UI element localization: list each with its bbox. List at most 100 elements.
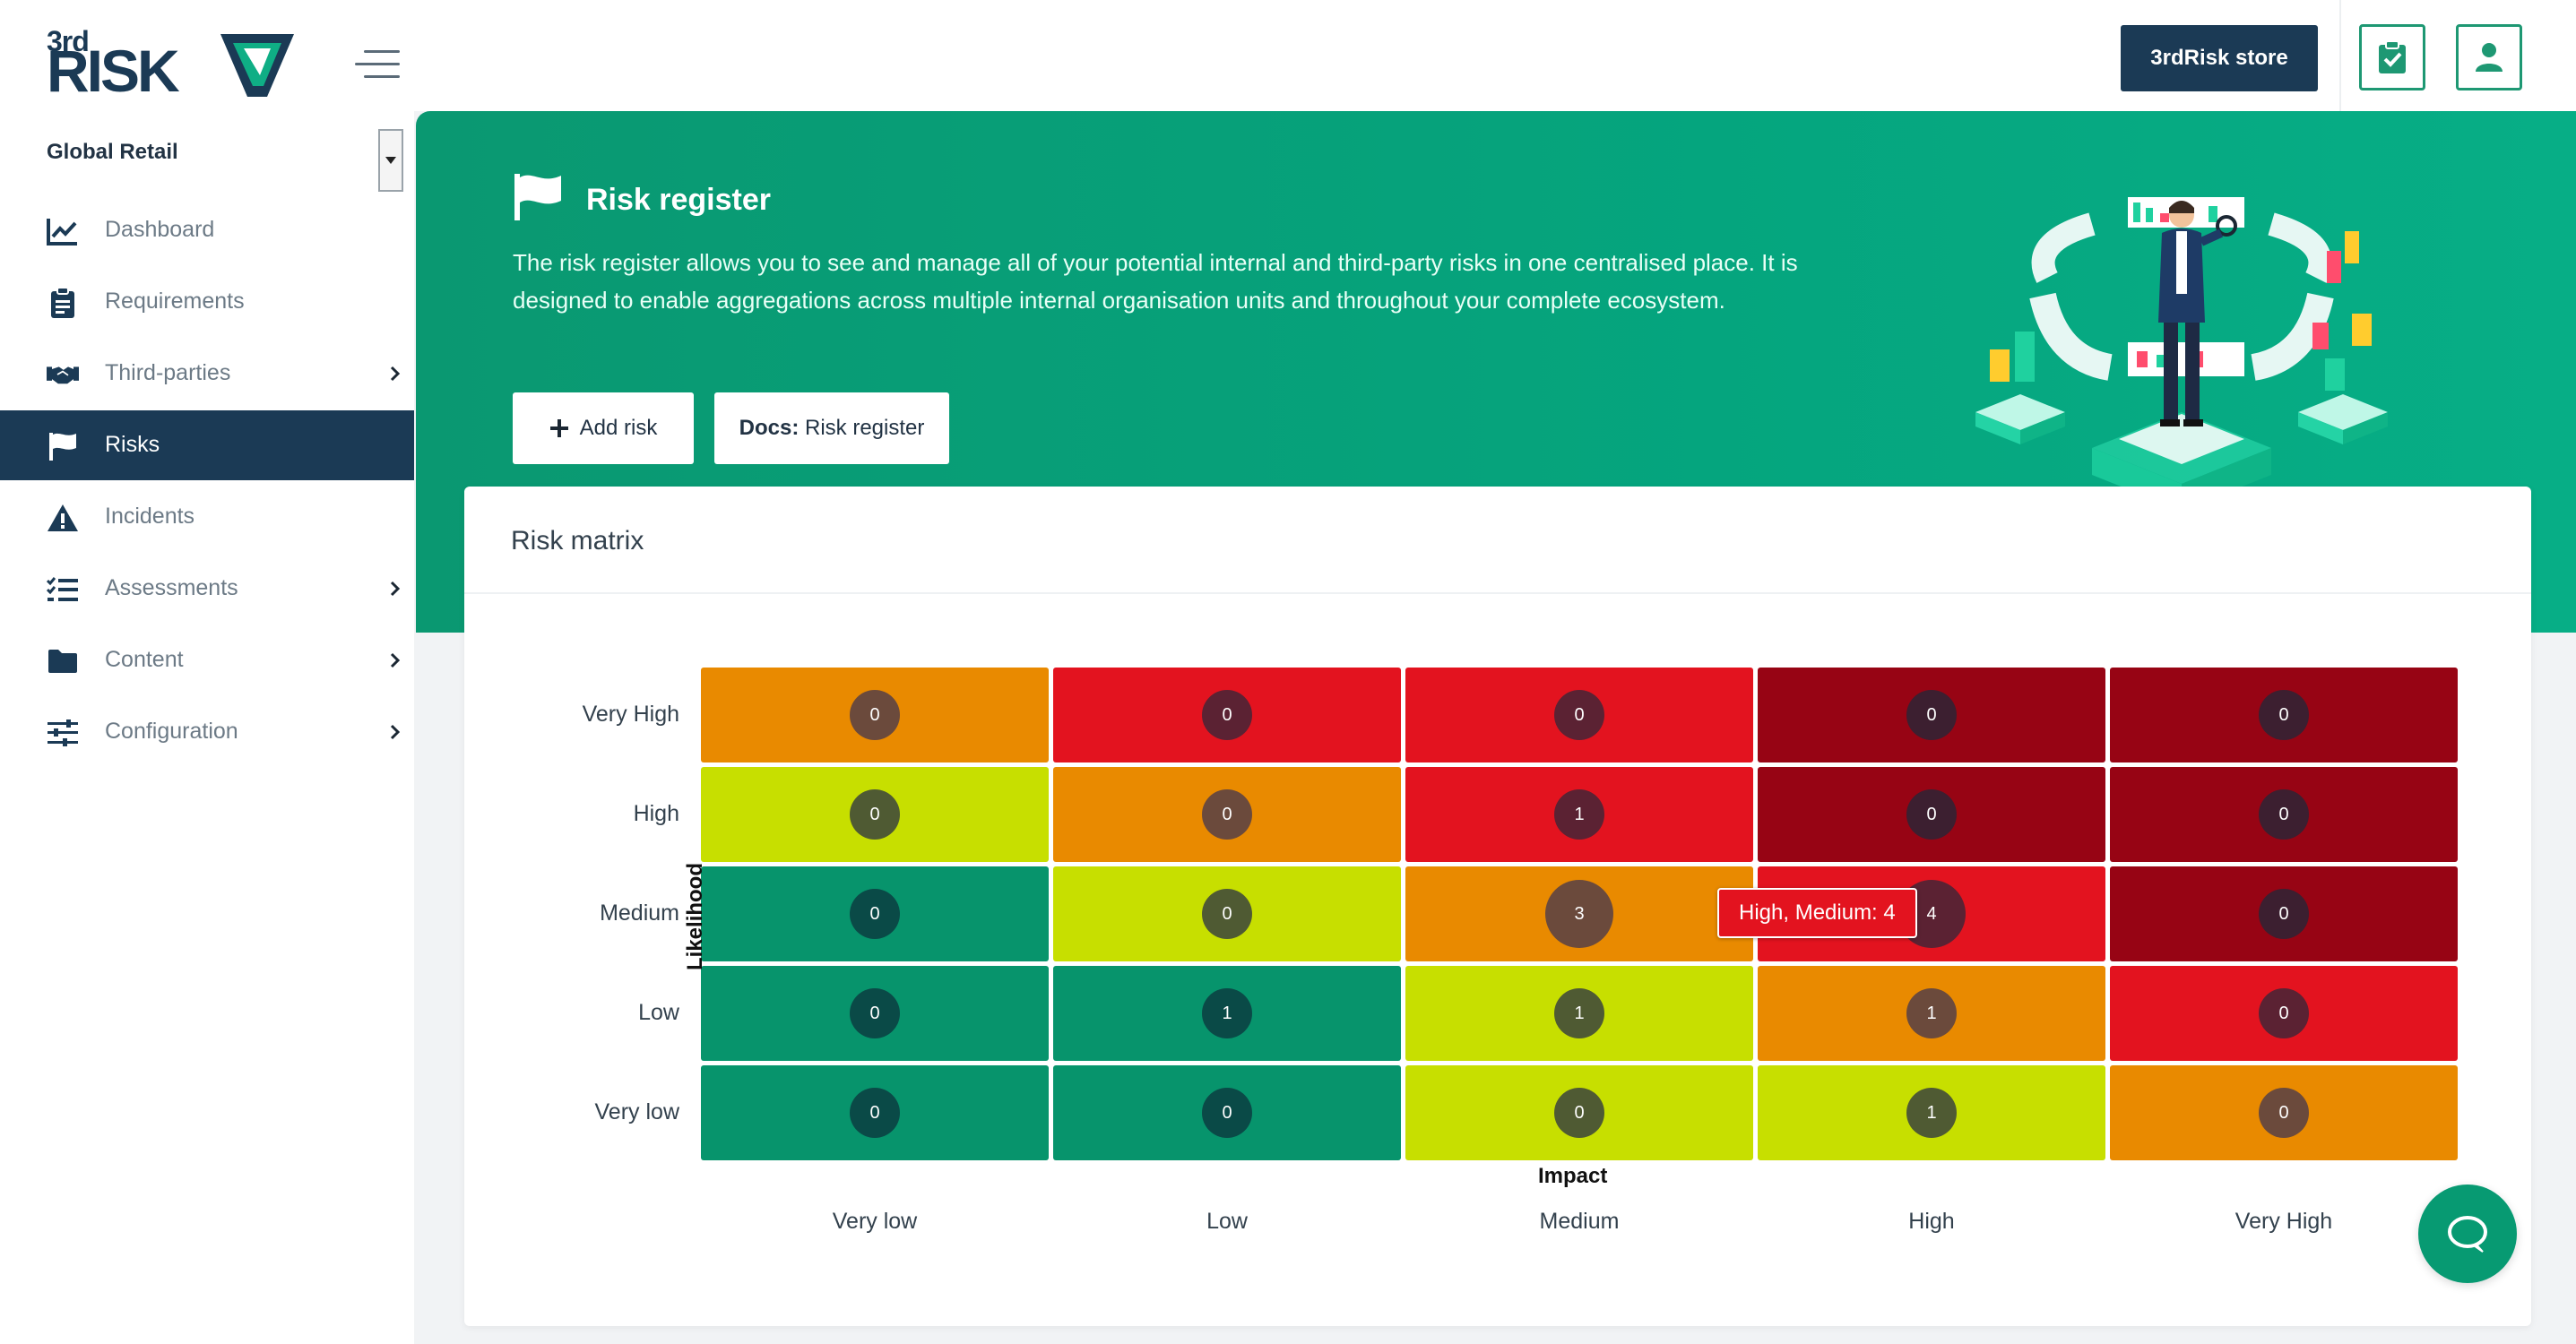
risk-count-bubble: 0 [850, 988, 900, 1038]
column-label: Very low [832, 1209, 918, 1234]
user-icon[interactable] [2456, 24, 2522, 90]
clipboard-check-icon[interactable] [2359, 24, 2425, 90]
matrix-cell[interactable]: 0 [1053, 767, 1401, 862]
matrix-cell[interactable]: 1 [1758, 1065, 2105, 1160]
plus-icon [549, 419, 568, 437]
sidebar-item-risks[interactable]: Risks [0, 410, 414, 480]
risk-count-bubble: 0 [1554, 1088, 1604, 1138]
chat-bubble-icon [2448, 1216, 2487, 1253]
add-risk-label: Add risk [579, 416, 658, 440]
sidebar-item-label: Dashboard [105, 217, 215, 242]
page-title: Risk register [586, 183, 771, 217]
matrix-cell[interactable]: 0 [2110, 668, 2458, 762]
sidebar-item-label: Risks [105, 432, 160, 457]
column-label: Very High [2235, 1209, 2333, 1234]
risk-count-bubble: 0 [1202, 1088, 1252, 1138]
matrix-cell[interactable]: 1 [1405, 966, 1753, 1061]
sidebar-item-dashboard[interactable]: Dashboard [0, 195, 414, 265]
top-bar: 3rd RISK 3rdRisk store [0, 0, 2576, 111]
risk-count-bubble: 1 [1202, 988, 1252, 1038]
sidebar-item-label: Requirements [105, 289, 245, 314]
docs-button[interactable]: Docs: Risk register [714, 392, 949, 464]
sidebar-item-requirements[interactable]: Requirements [0, 267, 414, 337]
matrix-cell[interactable]: 0 [701, 866, 1049, 961]
matrix-cell[interactable]: 3 [1405, 866, 1753, 961]
matrix-cell[interactable]: 0 [2110, 1065, 2458, 1160]
risk-count-bubble: 3 [1545, 880, 1613, 948]
matrix-cell[interactable]: 0 [701, 767, 1049, 862]
risk-count-bubble: 0 [1202, 789, 1252, 840]
logo-wordmark: RISK [47, 38, 180, 104]
checklist-icon [47, 573, 79, 606]
handshake-icon [47, 358, 79, 391]
sidebar-item-label: Incidents [105, 504, 195, 529]
matrix-cell[interactable]: 0 [2110, 966, 2458, 1061]
matrix-cell[interactable]: 0 [2110, 866, 2458, 961]
chart-line-icon [47, 215, 79, 247]
chat-button[interactable] [2418, 1185, 2517, 1283]
risk-matrix: Very High 0 0 0 0 0 High 0 0 1 0 0 Medium 0 0 3 4 0 Low 0 1 1… [464, 487, 2531, 1326]
docs-prefix: Docs: [739, 416, 800, 440]
sidebar-item-label: Third-parties [105, 360, 231, 385]
matrix-tooltip: High, Medium: 4 [1717, 888, 1917, 938]
matrix-cell[interactable]: 1 [1405, 767, 1753, 862]
brand-logo[interactable]: 3rd RISK [47, 25, 298, 102]
matrix-cell[interactable]: 0 [1405, 1065, 1753, 1160]
chevron-right-icon [390, 581, 401, 597]
sliders-icon [47, 717, 79, 749]
matrix-cell[interactable]: 0 [701, 966, 1049, 1061]
matrix-cell[interactable]: 0 [701, 668, 1049, 762]
sidebar-item-label: Assessments [105, 575, 238, 600]
matrix-cell[interactable]: 1 [1758, 966, 2105, 1061]
risk-count-bubble: 0 [1202, 690, 1252, 740]
risk-count-bubble: 0 [1906, 690, 1957, 740]
risk-count-bubble: 1 [1906, 988, 1957, 1038]
add-risk-button[interactable]: Add risk [513, 392, 694, 464]
matrix-cell[interactable]: 0 [1053, 1065, 1401, 1160]
risk-matrix-card: Risk matrix Very High 0 0 0 0 0 High 0 0 1 0 0 Mediu… [464, 487, 2531, 1326]
x-axis-title: Impact [1538, 1164, 1608, 1188]
dropdown-caret-icon[interactable] [378, 129, 403, 192]
logo-shield-icon [220, 34, 294, 97]
flag-icon [47, 430, 79, 462]
matrix-cell[interactable]: 0 [701, 1065, 1049, 1160]
matrix-cell[interactable]: 0 [1758, 767, 2105, 862]
matrix-cell[interactable]: 1 [1053, 966, 1401, 1061]
sidebar: Global Retail Dashboard Requirements Thi… [0, 111, 414, 1344]
matrix-cell[interactable]: 0 [1053, 668, 1401, 762]
risk-count-bubble: 0 [1906, 789, 1957, 840]
sidebar-item-content[interactable]: Content [0, 625, 414, 695]
sidebar-item-incidents[interactable]: Incidents [0, 482, 414, 552]
risk-count-bubble: 0 [850, 889, 900, 939]
risk-count-bubble: 0 [2259, 1088, 2309, 1138]
risk-count-bubble: 0 [850, 690, 900, 740]
sidebar-item-configuration[interactable]: Configuration [0, 697, 414, 767]
y-axis-title: Likelihood [683, 863, 707, 970]
risk-count-bubble: 0 [1202, 889, 1252, 939]
risk-count-bubble: 0 [2259, 690, 2309, 740]
row-label: Very low [594, 1099, 679, 1124]
risk-count-bubble: 0 [2259, 889, 2309, 939]
matrix-cell[interactable]: 0 [2110, 767, 2458, 862]
menu-icon[interactable] [355, 50, 400, 79]
organisation-name: Global Retail [47, 140, 178, 164]
column-label: Low [1206, 1209, 1248, 1234]
matrix-cell[interactable]: 0 [1405, 668, 1753, 762]
chevron-right-icon [390, 366, 401, 382]
topbar-divider [2339, 0, 2341, 111]
matrix-cell[interactable]: 0 [1053, 866, 1401, 961]
risk-count-bubble: 1 [1554, 988, 1604, 1038]
store-button[interactable]: 3rdRisk store [2121, 25, 2318, 91]
risk-count-bubble: 0 [2259, 988, 2309, 1038]
sidebar-item-third-parties[interactable]: Third-parties [0, 339, 414, 409]
risk-count-bubble: 0 [850, 1088, 900, 1138]
chevron-right-icon [390, 652, 401, 668]
organisation-select[interactable]: Global Retail [0, 120, 405, 192]
column-label: Medium [1539, 1209, 1620, 1234]
docs-label: Risk register [805, 416, 925, 440]
row-label: Very High [582, 702, 679, 727]
page-description: The risk register allows you to see and … [513, 249, 1798, 314]
sidebar-item-assessments[interactable]: Assessments [0, 554, 414, 624]
row-label: Low [638, 1000, 679, 1025]
matrix-cell[interactable]: 0 [1758, 668, 2105, 762]
